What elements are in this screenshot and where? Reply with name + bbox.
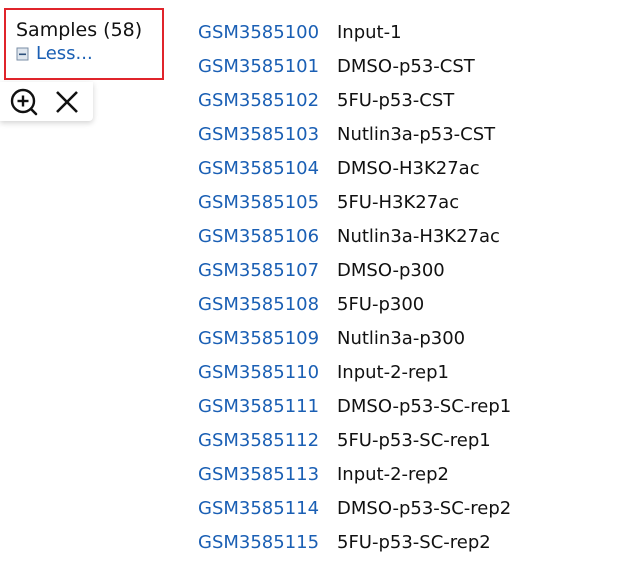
- sample-title: DMSO-p53-SC-rep2: [337, 497, 512, 519]
- list-item: GSM3585112 5FU-p53-SC-rep1: [198, 423, 511, 457]
- sample-accession-link[interactable]: GSM3585104: [198, 158, 337, 179]
- list-item: GSM3585109 Nutlin3a-p300: [198, 321, 511, 355]
- sample-accession-link[interactable]: GSM3585114: [198, 498, 337, 519]
- sample-accession-link[interactable]: GSM3585112: [198, 430, 337, 451]
- sample-title: DMSO-p53-CST: [337, 55, 475, 77]
- sample-title: Nutlin3a-H3K27ac: [337, 225, 500, 247]
- zoom-in-icon: [10, 88, 38, 116]
- list-item: GSM3585105 5FU-H3K27ac: [198, 185, 511, 219]
- sample-accession-link[interactable]: GSM3585115: [198, 532, 337, 553]
- sample-title: 5FU-p53-SC-rep2: [337, 531, 491, 553]
- sample-accession-link[interactable]: GSM3585103: [198, 124, 337, 145]
- sample-title: DMSO-p53-SC-rep1: [337, 395, 512, 417]
- sample-title: 5FU-p53-SC-rep1: [337, 429, 491, 451]
- sample-accession-link[interactable]: GSM3585107: [198, 260, 337, 281]
- samples-title: Samples (58): [16, 19, 143, 41]
- list-item: GSM3585110 Input-2-rep1: [198, 355, 511, 389]
- sample-title: Input-2-rep2: [337, 463, 450, 485]
- sample-title: Nutlin3a-p300: [337, 327, 466, 349]
- list-item: GSM3585106 Nutlin3a-H3K27ac: [198, 219, 511, 253]
- sample-accession-link[interactable]: GSM3585110: [198, 362, 337, 383]
- list-item: GSM3585111 DMSO-p53-SC-rep1: [198, 389, 511, 423]
- sample-accession-link[interactable]: GSM3585102: [198, 90, 337, 111]
- list-item: GSM3585113 Input-2-rep2: [198, 457, 511, 491]
- close-icon: [56, 91, 78, 113]
- sample-list: GSM3585100 Input-1 GSM3585101 DMSO-p53-CST…: [198, 15, 511, 559]
- zoom-in-button[interactable]: [8, 86, 40, 118]
- sample-title: Nutlin3a-p53-CST: [337, 123, 496, 145]
- sample-title: Input-2-rep1: [337, 361, 450, 383]
- sample-accession-link[interactable]: GSM3585100: [198, 22, 337, 43]
- collapse-icon[interactable]: [16, 46, 30, 62]
- less-link[interactable]: Less...: [36, 43, 93, 65]
- sample-accession-link[interactable]: GSM3585106: [198, 226, 337, 247]
- sample-title: Input-1: [337, 21, 402, 43]
- sample-title: DMSO-p300: [337, 259, 445, 281]
- samples-highlight-box: Samples (58) Less...: [4, 8, 164, 80]
- page: Samples (58) Less... GSM3585100 Input-1 …: [0, 0, 627, 561]
- less-toggle[interactable]: Less...: [16, 43, 93, 65]
- list-item: GSM3585108 5FU-p300: [198, 287, 511, 321]
- close-button[interactable]: [51, 86, 83, 118]
- sample-title: 5FU-p300: [337, 293, 425, 315]
- list-item: GSM3585115 5FU-p53-SC-rep2: [198, 525, 511, 559]
- floating-toolbar: [0, 82, 93, 121]
- sample-accession-link[interactable]: GSM3585101: [198, 56, 337, 77]
- sample-accession-link[interactable]: GSM3585105: [198, 192, 337, 213]
- list-item: GSM3585114 DMSO-p53-SC-rep2: [198, 491, 511, 525]
- list-item: GSM3585103 Nutlin3a-p53-CST: [198, 117, 511, 151]
- sample-title: DMSO-H3K27ac: [337, 157, 480, 179]
- sample-title: 5FU-H3K27ac: [337, 191, 460, 213]
- list-item: GSM3585104 DMSO-H3K27ac: [198, 151, 511, 185]
- sample-title: 5FU-p53-CST: [337, 89, 455, 111]
- sample-accession-link[interactable]: GSM3585111: [198, 396, 337, 417]
- sample-accession-link[interactable]: GSM3585113: [198, 464, 337, 485]
- list-item: GSM3585100 Input-1: [198, 15, 511, 49]
- list-item: GSM3585107 DMSO-p300: [198, 253, 511, 287]
- sample-accession-link[interactable]: GSM3585109: [198, 328, 337, 349]
- list-item: GSM3585102 5FU-p53-CST: [198, 83, 511, 117]
- sample-accession-link[interactable]: GSM3585108: [198, 294, 337, 315]
- list-item: GSM3585101 DMSO-p53-CST: [198, 49, 511, 83]
